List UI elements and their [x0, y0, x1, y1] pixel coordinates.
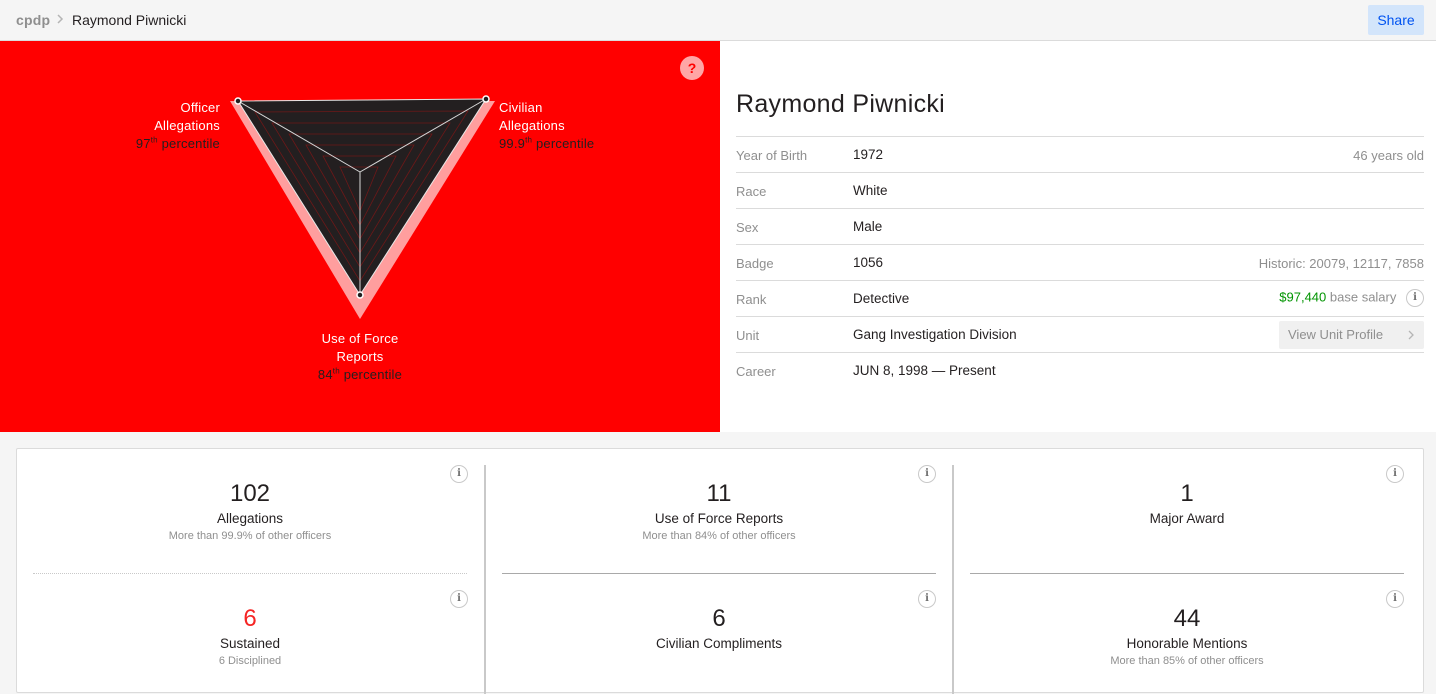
- row-value: Male: [853, 219, 883, 234]
- row-value: 1972: [853, 147, 884, 162]
- salary-label: base salary: [1329, 289, 1397, 305]
- info-icon[interactable]: i: [1406, 289, 1424, 307]
- radar-point-civilian: [482, 95, 490, 103]
- radar-help-button[interactable]: ?: [680, 56, 704, 80]
- metric-name: Allegations: [216, 511, 284, 526]
- share-button[interactable]: Share: [1368, 5, 1424, 35]
- axis-name-line2: Allegations: [154, 118, 220, 133]
- top-bar: cpdp Raymond Piwnicki Share: [0, 0, 1436, 41]
- row-key: Rank: [736, 292, 767, 307]
- row-unit: Unit Gang Investigation Division View Un…: [736, 316, 1424, 352]
- salary-amount: $97,440: [1279, 289, 1327, 305]
- metric-honorable-mentions[interactable]: 44 Honorable Mentions More than 85% of o…: [970, 604, 1404, 667]
- radar-axis-label-use-of-force: Use of Force Reports 84th percentile: [290, 330, 430, 384]
- row-key: Year of Birth: [736, 148, 808, 163]
- axis-percentile: 84th percentile: [317, 366, 403, 382]
- metric-number: 44: [1173, 605, 1201, 632]
- radar-point-force: [356, 291, 364, 299]
- metric-use-of-force-reports[interactable]: 11 Use of Force Reports More than 84% of…: [502, 479, 936, 542]
- metric-number: 6: [712, 605, 726, 632]
- row-race: Race White: [736, 172, 1424, 208]
- axis-percentile: 97th percentile: [135, 135, 220, 151]
- metric-description: More than 84% of other officers: [642, 530, 796, 542]
- metric-name: Honorable Mentions: [1126, 636, 1248, 651]
- metric-allegations[interactable]: 102 Allegations More than 99.9% of other…: [33, 479, 467, 542]
- officer-summary-table: Year of Birth 1972 46 years old Race Whi…: [736, 136, 1424, 388]
- brand-logo[interactable]: cpdp: [16, 12, 50, 28]
- row-value: Detective: [853, 291, 910, 306]
- column-divider: [952, 465, 954, 694]
- row-career: Career JUN 8, 1998 — Present: [736, 352, 1424, 388]
- metrics-section: i i i i i i 102 Allegations More than 99…: [16, 448, 1424, 694]
- row-key: Badge: [736, 256, 774, 271]
- row-sex: Sex Male: [736, 208, 1424, 244]
- metric-description: More than 99.9% of other officers: [168, 530, 332, 542]
- axis-name-line2: Allegations: [499, 118, 565, 133]
- metric-number: 102: [229, 480, 271, 507]
- radar-axis-label-civilian-allegations: Civilian Allegations 99.9th percentile: [499, 99, 629, 153]
- radar-chart-panel: ? Officer Allegations 97th percentile Ci…: [0, 41, 720, 432]
- chevron-right-icon: [1408, 330, 1414, 340]
- row-divider: [33, 573, 467, 574]
- metric-name: Use of Force Reports: [654, 511, 784, 526]
- view-unit-profile-label: View Unit Profile: [1288, 327, 1384, 342]
- axis-name-line2: Reports: [336, 349, 384, 364]
- metric-name: Civilian Compliments: [655, 636, 783, 651]
- officer-name-title: Raymond Piwnicki: [736, 90, 946, 118]
- metric-civilian-compliments[interactable]: 6 Civilian Compliments: [502, 604, 936, 655]
- metric-sustained[interactable]: 6 Sustained 6 Disciplined: [33, 604, 467, 667]
- breadcrumb-officer-name: Raymond Piwnicki: [72, 12, 187, 28]
- officer-info-panel: Raymond Piwnicki Year of Birth 1972 46 y…: [720, 41, 1436, 432]
- salary-info: $97,440 base salary i: [1279, 289, 1424, 307]
- row-extra-historic-badges: Historic: 20079, 12117, 7858: [1258, 256, 1424, 271]
- metric-name: Major Award: [1149, 511, 1225, 526]
- axis-name-line1: Officer: [180, 100, 220, 115]
- row-divider: [970, 573, 1404, 574]
- row-value: Gang Investigation Division: [853, 327, 1017, 342]
- chevron-right-icon: [57, 14, 64, 24]
- row-value: 1056: [853, 255, 884, 270]
- row-key: Career: [736, 364, 776, 379]
- metric-major-award[interactable]: 1 Major Award: [970, 479, 1404, 530]
- metric-number: 1: [1180, 480, 1194, 507]
- metric-description: 6 Disciplined: [218, 655, 282, 667]
- row-key: Unit: [736, 328, 760, 343]
- row-badge: Badge 1056 Historic: 20079, 12117, 7858: [736, 244, 1424, 280]
- radar-point-officer: [234, 97, 242, 105]
- row-year-of-birth: Year of Birth 1972 46 years old: [736, 136, 1424, 172]
- row-divider: [502, 573, 936, 574]
- row-extra-age: 46 years old: [1353, 148, 1424, 163]
- axis-name-line1: Civilian: [499, 100, 543, 115]
- metric-name: Sustained: [219, 636, 281, 651]
- row-value: JUN 8, 1998 — Present: [853, 363, 996, 378]
- metric-number: 6: [243, 605, 257, 632]
- radar-axis-label-officer-allegations: Officer Allegations 97th percentile: [100, 99, 220, 153]
- metric-description: More than 85% of other officers: [1110, 655, 1264, 667]
- metric-number: 11: [706, 480, 732, 507]
- row-rank: Rank Detective $97,440 base salary i: [736, 280, 1424, 316]
- view-unit-profile-button[interactable]: View Unit Profile: [1279, 321, 1424, 349]
- row-key: Sex: [736, 220, 759, 235]
- row-key: Race: [736, 184, 767, 199]
- row-value: White: [853, 183, 888, 198]
- column-divider: [484, 465, 486, 694]
- axis-percentile: 99.9th percentile: [499, 135, 595, 151]
- axis-name-line1: Use of Force: [321, 331, 399, 346]
